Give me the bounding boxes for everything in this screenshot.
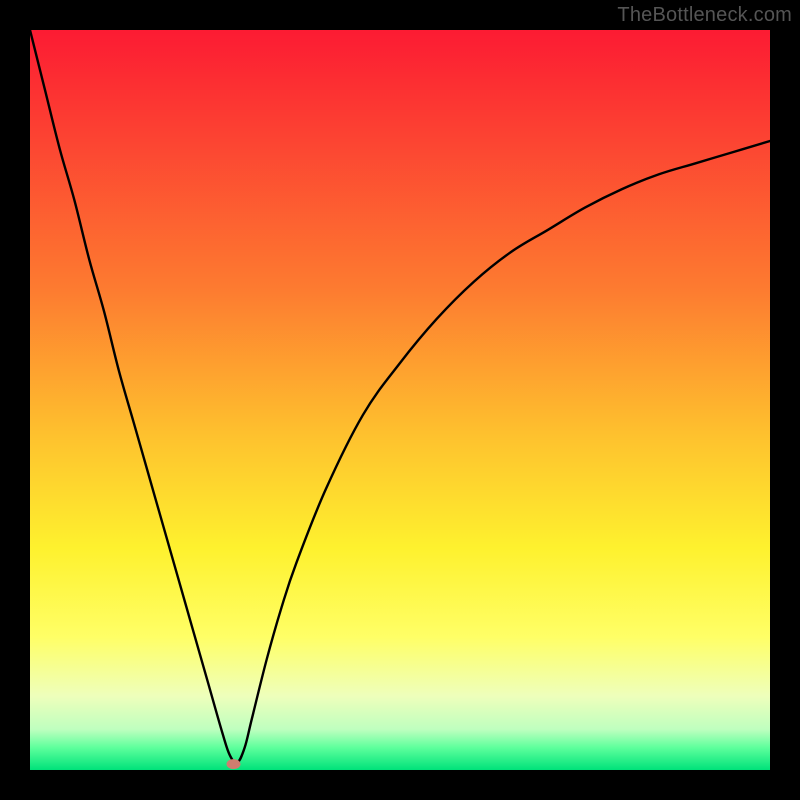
watermark-label: TheBottleneck.com: [617, 4, 792, 27]
chart-svg: [30, 30, 770, 770]
chart-frame: TheBottleneck.com: [0, 0, 800, 800]
plot-area: [30, 30, 770, 770]
chart-background: [30, 30, 770, 770]
optimal-point-marker: [227, 759, 241, 769]
